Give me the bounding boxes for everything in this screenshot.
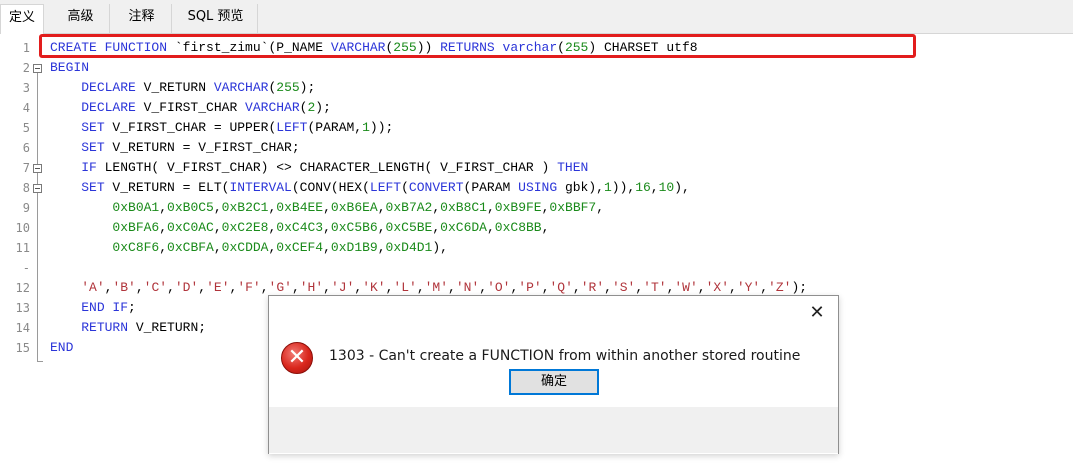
highlight-annotation-box (39, 34, 916, 58)
line-number: 5 (22, 121, 30, 135)
dialog-titlebar: ✕ (269, 296, 838, 330)
line-number: 14 (15, 321, 30, 335)
code-line: SET V_RETURN = ELT(INTERVAL(CONV(HEX(LEF… (81, 180, 690, 195)
line-number: 11 (15, 241, 30, 255)
tab-comment[interactable]: 注释 (112, 4, 172, 34)
close-icon[interactable]: ✕ (802, 300, 832, 326)
error-icon: ✕ (281, 342, 313, 374)
line-number: 15 (15, 341, 30, 355)
code-line: END IF; (81, 300, 136, 315)
line-number: 3 (22, 81, 30, 95)
code-line: 0xC8F6,0xCBFA,0xCDDA,0xCEF4,0xD1B9,0xD4D… (112, 240, 448, 255)
line-number: 2 (22, 61, 30, 75)
fold-end-marker (37, 361, 43, 362)
ok-button[interactable]: 确定 (509, 369, 599, 395)
fold-guide-line (37, 73, 38, 361)
code-line: 0xB0A1,0xB0C5,0xB2C1,0xB4EE,0xB6EA,0xB7A… (112, 200, 605, 215)
tab-sql-preview[interactable]: SQL 预览 (174, 4, 258, 34)
code-line: DECLARE V_FIRST_CHAR VARCHAR(2); (81, 100, 331, 115)
line-number: - (22, 261, 30, 275)
line-number: 7 (22, 161, 30, 175)
code-line: BEGIN (50, 60, 90, 75)
tab-bar: 定义 高级 注释 SQL 预览 (0, 0, 1073, 34)
dialog-footer (269, 407, 838, 453)
line-number: 4 (22, 101, 30, 115)
code-line: RETURN V_RETURN; (81, 320, 207, 335)
tab-advanced[interactable]: 高级 (52, 4, 110, 34)
line-number: 9 (22, 201, 30, 215)
code-line: IF LENGTH( V_FIRST_CHAR) <> CHARACTER_LE… (81, 160, 589, 175)
code-line: END (50, 340, 74, 355)
fold-toggle-icon[interactable] (33, 184, 42, 193)
error-message: 1303 - Can't create a FUNCTION from with… (329, 348, 801, 364)
line-number: 6 (22, 141, 30, 155)
error-icon-glyph: ✕ (287, 345, 307, 370)
code-line: SET V_RETURN = V_FIRST_CHAR; (81, 140, 300, 155)
line-number: 13 (15, 301, 30, 315)
code-line: 0xBFA6,0xC0AC,0xC2E8,0xC4C3,0xC5B6,0xC5B… (112, 220, 550, 235)
line-number: 8 (22, 181, 30, 195)
line-number: 12 (15, 281, 30, 295)
tab-definition[interactable]: 定义 (0, 4, 44, 34)
error-dialog: ✕ ✕ 1303 - Can't create a FUNCTION from … (268, 295, 839, 454)
line-number: 1 (22, 41, 30, 55)
code-line: SET V_FIRST_CHAR = UPPER(LEFT(PARAM,1)); (81, 120, 394, 135)
line-number: 10 (15, 221, 30, 235)
fold-toggle-icon[interactable] (33, 64, 42, 73)
code-line: DECLARE V_RETURN VARCHAR(255); (81, 80, 316, 95)
fold-toggle-icon[interactable] (33, 164, 42, 173)
